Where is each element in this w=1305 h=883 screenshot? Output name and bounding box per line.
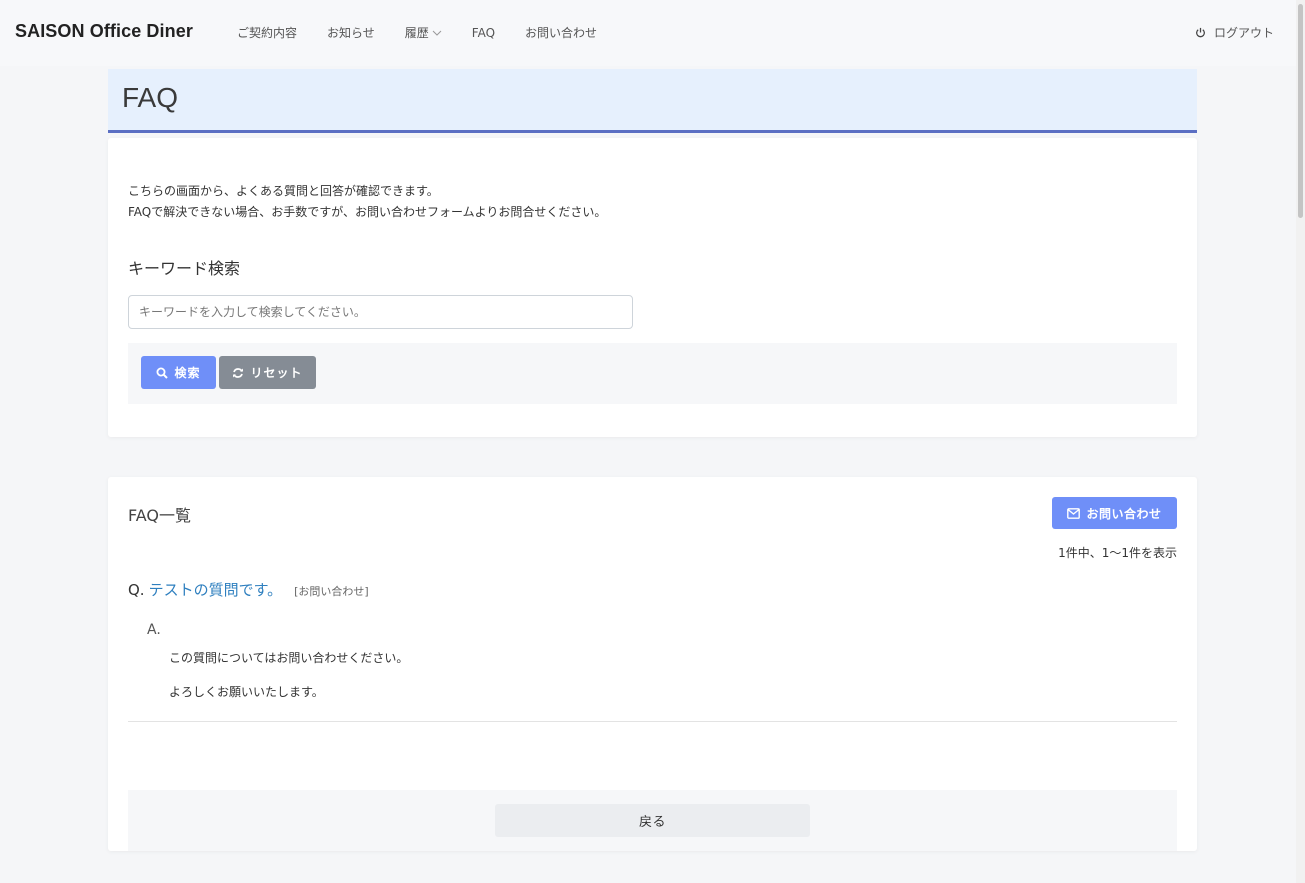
refresh-icon: [233, 367, 244, 378]
faq-list-card: FAQ一覧 お問い合わせ 1件中、1〜1件を表示 Q. テストの質問です。 [お…: [108, 477, 1197, 851]
nav-item-label: お知らせ: [327, 26, 375, 40]
search-button-label: 検索: [174, 366, 201, 380]
contact-button[interactable]: お問い合わせ: [1052, 497, 1177, 529]
search-card: こちらの画面から、よくある質問と回答が確認できます。 FAQで解決できない場合、…: [108, 138, 1197, 437]
answer-prefix: A.: [147, 622, 161, 638]
search-actions: 検索 リセット: [128, 343, 1177, 404]
reset-button[interactable]: リセット: [219, 356, 316, 389]
envelope-icon: [1067, 507, 1081, 519]
scrollbar-thumb[interactable]: [1298, 4, 1303, 218]
page-header: FAQ: [108, 69, 1197, 133]
answer-text: よろしくお願いいたします。: [169, 685, 324, 699]
chevron-down-icon: [432, 30, 442, 36]
faq-question: Q. テストの質問です。 [お問い合わせ]: [128, 579, 369, 600]
search-icon: [156, 367, 169, 379]
search-button[interactable]: 検索: [141, 356, 216, 389]
keyword-search-input[interactable]: [128, 295, 633, 329]
question-link[interactable]: テストの質問です。: [149, 579, 283, 600]
keyword-search-title: キーワード検索: [128, 259, 241, 278]
answer-text: この質問についてはお問い合わせください。: [169, 651, 409, 665]
nav-item-notices[interactable]: お知らせ: [327, 24, 375, 41]
nav-item-history[interactable]: 履歴: [405, 24, 442, 41]
power-icon: [1196, 27, 1205, 38]
nav-item-label: 履歴: [404, 26, 429, 40]
nav-item-label: ご契約内容: [237, 26, 298, 40]
intro-text: こちらの画面から、よくある質問と回答が確認できます。 FAQで解決できない場合、…: [128, 181, 606, 223]
top-navbar: SAISON Office Diner ご契約内容 お知らせ 履歴 FAQ お問…: [0, 0, 1296, 66]
nav-menu: ご契約内容 お知らせ 履歴 FAQ お問い合わせ: [237, 24, 627, 41]
question-category-tag: [お問い合わせ]: [294, 585, 369, 598]
logout-label: ログアウト: [1213, 26, 1274, 40]
footer-actions: 戻る: [128, 790, 1177, 851]
nav-item-faq[interactable]: FAQ: [472, 24, 495, 41]
reset-button-label: リセット: [250, 366, 303, 380]
nav-item-label: お問い合わせ: [525, 26, 598, 40]
result-count: 1件中、1〜1件を表示: [1058, 546, 1177, 560]
contact-button-label: お問い合わせ: [1086, 506, 1162, 521]
back-button[interactable]: 戻る: [495, 804, 810, 837]
logout-link[interactable]: ログアウト: [1195, 24, 1274, 41]
page-title: FAQ: [122, 82, 179, 113]
nav-item-contact[interactable]: お問い合わせ: [525, 24, 597, 41]
nav-item-contract[interactable]: ご契約内容: [237, 24, 297, 41]
question-prefix: Q.: [128, 581, 145, 599]
brand-logo[interactable]: SAISON Office Diner: [15, 21, 193, 42]
divider: [128, 721, 1177, 722]
faq-list-title: FAQ一覧: [128, 506, 191, 525]
intro-line: FAQで解決できない場合、お手数ですが、お問い合わせフォームよりお問合せください…: [128, 205, 607, 219]
intro-line: こちらの画面から、よくある質問と回答が確認できます。: [128, 184, 439, 198]
nav-item-label: FAQ: [471, 25, 496, 40]
